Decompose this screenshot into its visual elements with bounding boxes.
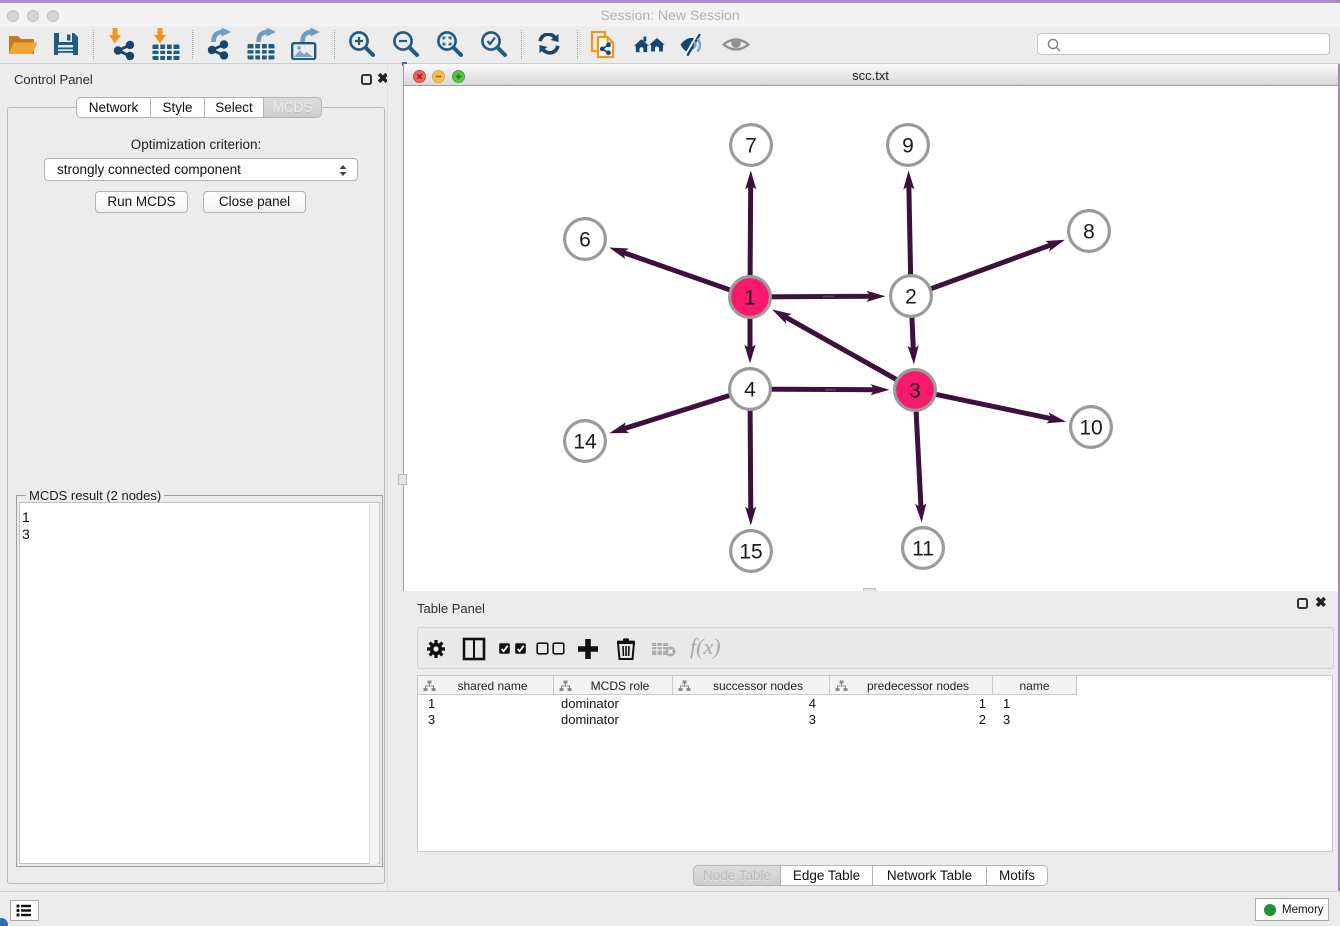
svg-text:3: 3 <box>909 380 921 403</box>
svg-text:10: 10 <box>1079 417 1102 440</box>
svg-text:11: 11 <box>912 538 934 561</box>
svg-text:14: 14 <box>573 431 597 454</box>
svg-text:2: 2 <box>905 286 917 309</box>
svg-text:4: 4 <box>744 379 756 402</box>
svg-text:1: 1 <box>744 287 756 310</box>
svg-text:8: 8 <box>1083 221 1095 244</box>
svg-text:15: 15 <box>739 541 762 564</box>
svg-text:9: 9 <box>902 135 914 158</box>
svg-text:6: 6 <box>579 229 591 252</box>
svg-text:7: 7 <box>745 135 757 158</box>
